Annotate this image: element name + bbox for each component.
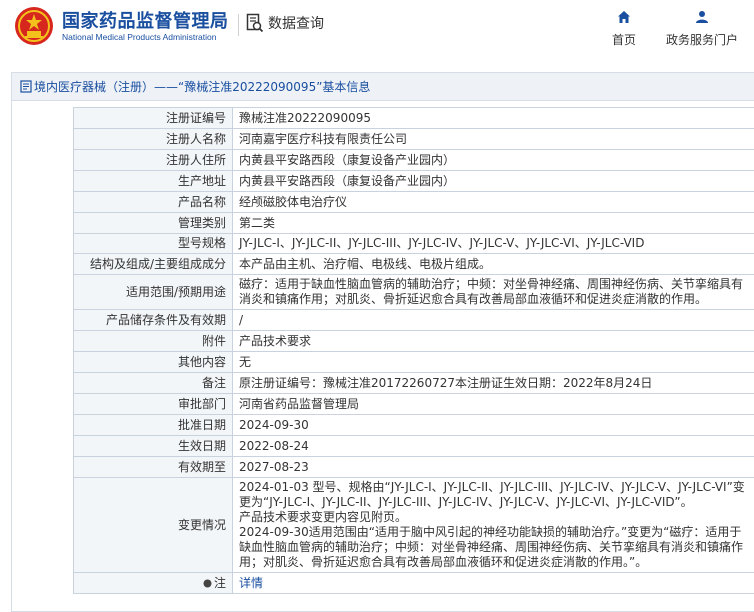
- row-key: 附件: [73, 330, 233, 352]
- table-row: 结构及组成/主要组成成分 本产品由主机、治疗帽、电极线、电极片组成。: [73, 253, 754, 275]
- table-row: 生产地址 内黄县平安路西段（康复设备产业园内）: [73, 170, 754, 192]
- table-row: 产品名称 经颅磁胶体电治疗仪: [73, 191, 754, 213]
- row-key: 注册人住所: [73, 149, 233, 171]
- change-history-entry: 产品技术要求变更内容见附页。: [239, 510, 408, 524]
- table-row: 管理类别 第二类: [73, 212, 754, 234]
- table-row: 型号规格 JY-JLC-I、JY-JLC-II、JY-JLC-III、JY-JLC…: [73, 233, 754, 254]
- row-value: 内黄县平安路西段（康复设备产业园内）: [232, 149, 754, 171]
- row-key: 审批部门: [73, 393, 233, 415]
- row-key: 结构及组成/主要组成成分: [73, 253, 233, 275]
- row-value: 经颅磁胶体电治疗仪: [232, 191, 754, 213]
- table-row: 审批部门 河南省药品监督管理局: [73, 393, 754, 415]
- table-row: 有效期至 2027-08-23: [73, 456, 754, 478]
- row-value: 河南嘉宇医疗科技有限责任公司: [232, 128, 754, 150]
- site-header: 国家药品监督管理局 National Medical Products Admi…: [0, 0, 754, 60]
- row-value: 内黄县平安路西段（康复设备产业园内）: [232, 170, 754, 192]
- table-row-note: 注详情: [73, 572, 754, 594]
- row-key: 适用范围/预期用途: [73, 274, 233, 310]
- national-emblem-icon: [15, 7, 53, 45]
- row-value: 第二类: [232, 212, 754, 234]
- table-row: 注册证编号 豫械注准20222090095: [73, 107, 754, 129]
- row-key: 批准日期: [73, 414, 233, 436]
- org-name-en: National Medical Products Administration: [62, 32, 217, 42]
- note-label: 注: [213, 575, 226, 590]
- table-row: 适用范围/预期用途 磁疗：适用于缺血性脑血管病的辅助治疗；中频：对坐骨神经痛、周围…: [73, 274, 754, 310]
- document-search-icon: [246, 13, 264, 33]
- panel-title-bar: 境内医疗器械（注册）——“豫械注准20222090095”基本信息: [12, 73, 754, 101]
- table-row: 注册人住所 内黄县平安路西段（康复设备产业园内）: [73, 149, 754, 171]
- row-value: 原注册证编号：豫械注准20172260727本注册证生效日期：2022年8月24…: [232, 372, 754, 394]
- row-key: 生产地址: [73, 170, 233, 192]
- note-value: 详情: [232, 572, 754, 594]
- data-query-label: 数据查询: [268, 16, 324, 32]
- row-key: 注: [73, 572, 233, 594]
- table-row: 备注 原注册证编号：豫械注准20172260727本注册证生效日期：2022年8月…: [73, 372, 754, 394]
- row-value: 无: [232, 351, 754, 373]
- row-value: 2027-08-23: [232, 456, 754, 478]
- table-row: 生效日期 2022-08-24: [73, 435, 754, 457]
- panel-title: 境内医疗器械（注册）——“豫械注准20222090095”基本信息: [34, 80, 371, 94]
- row-value: 豫械注准20222090095: [232, 107, 754, 129]
- nav-home-label: 首页: [611, 33, 636, 47]
- row-value: 2024-09-30: [232, 414, 754, 436]
- row-key: 生效日期: [73, 435, 233, 457]
- table-row: 其他内容无: [73, 351, 754, 373]
- row-value: 2022-08-24: [232, 435, 754, 457]
- row-value: 本产品由主机、治疗帽、电极线、电极片组成。: [232, 253, 754, 275]
- row-key: 有效期至: [73, 456, 233, 478]
- header-divider: [238, 14, 239, 36]
- change-history-value: 2024-01-03 型号、规格由“JY-JLC-I、JY-JLC-II、JY-…: [232, 477, 754, 573]
- row-key: 其他内容: [73, 351, 233, 373]
- info-table: 注册证编号 豫械注准20222090095 注册人名称 河南嘉宇医疗科技有限责任公司注…: [73, 107, 754, 594]
- org-name-cn: 国家药品监督管理局: [62, 11, 229, 32]
- row-key: 备注: [73, 372, 233, 394]
- home-icon: [618, 11, 630, 23]
- table-row: 注册人名称 河南嘉宇医疗科技有限责任公司: [73, 128, 754, 150]
- row-key: 产品名称: [73, 191, 233, 213]
- table-row: 产品储存条件及有效期 /: [73, 309, 754, 331]
- document-icon: [20, 80, 32, 93]
- nav-gov-portal-label: 政务服务门户: [665, 33, 738, 47]
- change-history-entry: 2024-01-03 型号、规格由“JY-JLC-I、JY-JLC-II、JY-…: [239, 480, 745, 509]
- data-query-link[interactable]: 数据查询: [246, 13, 324, 33]
- row-key: 注册证编号: [73, 107, 233, 129]
- row-value: 河南省药品监督管理局: [232, 393, 754, 415]
- nav-gov-portal[interactable]: 政务服务门户: [662, 10, 742, 48]
- nav-home[interactable]: 首页: [606, 10, 642, 48]
- change-history-entry: 2024-09-30适用范围由“适用于脑中风引起的神经功能缺损的辅助治疗。”变更…: [239, 525, 744, 569]
- user-icon: [696, 11, 708, 23]
- table-row: 批准日期 2024-09-30: [73, 414, 754, 436]
- row-key: 变更情况: [73, 477, 233, 573]
- row-value: /: [232, 309, 754, 331]
- row-value: JY-JLC-I、JY-JLC-II、JY-JLC-III、JY-JLC-IV、…: [232, 233, 754, 254]
- row-value: 磁疗：适用于缺血性脑血管病的辅助治疗；中频：对坐骨神经痛、周围神经伤病、关节挛缩…: [232, 274, 754, 310]
- row-key: 注册人名称: [73, 128, 233, 150]
- table-row: 附件 产品技术要求: [73, 330, 754, 352]
- row-value: 产品技术要求: [232, 330, 754, 352]
- info-panel: 境内医疗器械（注册）——“豫械注准20222090095”基本信息 注册证编号豫…: [11, 72, 754, 612]
- table-row-change-history: 变更情况 2024-01-03 型号、规格由“JY-JLC-I、JY-JLC-II…: [73, 477, 754, 573]
- row-key: 型号规格: [73, 233, 233, 254]
- row-key: 管理类别: [73, 212, 233, 234]
- row-key: 产品储存条件及有效期: [73, 309, 233, 331]
- note-bullet-icon: [203, 579, 212, 587]
- details-link[interactable]: 详情: [239, 576, 263, 590]
